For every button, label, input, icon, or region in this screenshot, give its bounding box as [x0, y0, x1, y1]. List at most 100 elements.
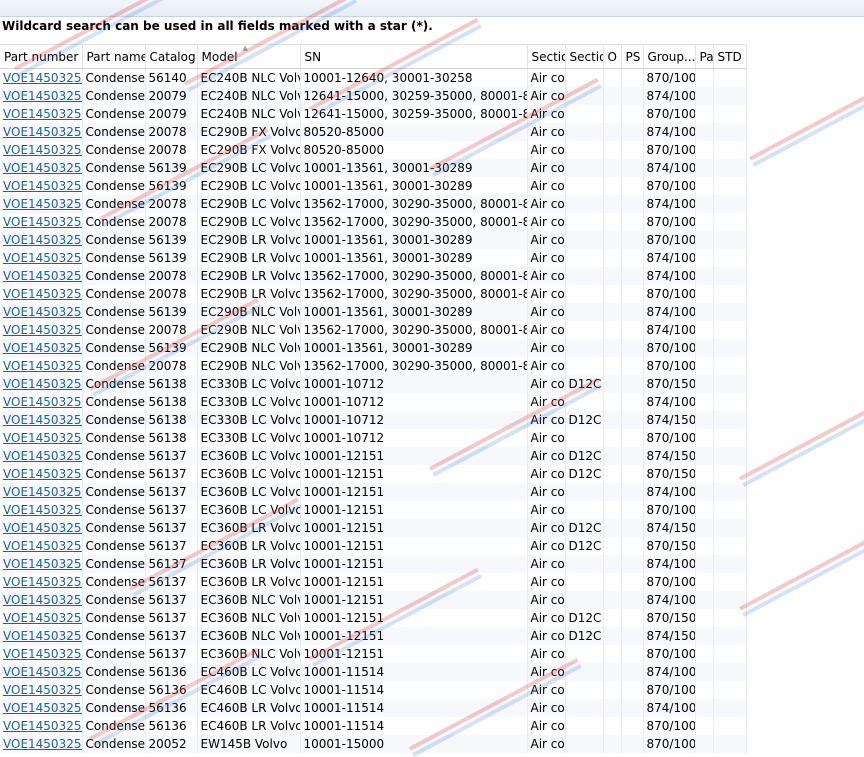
table-row[interactable]: VOE14503256 Condenser 56136 EC460B LR Volvo…	[0, 699, 747, 717]
table-row[interactable]: VOE14503256 Condenser 56139 EC290B LR Volvo…	[0, 249, 747, 267]
table-row[interactable]: VOE14503256 Condenser 20078 EC290B LR Volvo…	[0, 267, 747, 285]
cell-part-number[interactable]: VOE14503256	[0, 195, 83, 213]
cell-part-number[interactable]: VOE14503256	[0, 411, 83, 429]
cell-part-number[interactable]: VOE14503256	[0, 627, 83, 645]
table-row[interactable]: VOE14503256Condenser56140EC240B NLC Volv…	[0, 68, 747, 87]
cell-part-number[interactable]: VOE14503256	[0, 519, 83, 537]
cell-part-number[interactable]: VOE14503256	[0, 357, 83, 375]
table-row[interactable]: VOE14503256 Condenser 20052 EW145B Volvo 100…	[0, 735, 747, 753]
table-row[interactable]: VOE14503256Condenser20078EC290B NLC Volv…	[0, 321, 747, 339]
table-row[interactable]: VOE14503256 Condenser 56137 EC360B LC Volvo…	[0, 501, 747, 519]
cell-part-number[interactable]: VOE14503256	[0, 177, 83, 195]
table-row[interactable]: VOE14503256 Condenser 20078 EC290B LR Volvo…	[0, 285, 747, 303]
column-header-group[interactable]: Group...	[643, 44, 696, 69]
column-header-pa[interactable]: Pa	[695, 44, 714, 69]
table-row[interactable]: VOE14503256 Condenser 56136 EC460B LR Volvo…	[0, 717, 747, 735]
table-row[interactable]: VOE14503256 Condenser 56137 EC360B LC Volvo…	[0, 465, 747, 483]
table-row[interactable]: VOE14503256 Condenser 20078 EC290B LC Volvo…	[0, 195, 747, 213]
table-row[interactable]: VOE14503256 Condenser 20078 EC290B LC Volvo…	[0, 213, 747, 231]
table-row[interactable]: VOE14503256 Condenser 56136 EC460B LC Volvo…	[0, 681, 747, 699]
table-row[interactable]: VOE14503256 Condenser 20078 EC290B FX Volvo…	[0, 123, 747, 141]
column-header-model[interactable]: Model ▲	[197, 44, 301, 69]
cell-ps	[621, 555, 644, 573]
cell-section-1: Air co	[527, 159, 566, 177]
table-row[interactable]: VOE14503256Condenser56137EC360B NLC Volv…	[0, 591, 747, 609]
cell-group: 870/150	[643, 465, 696, 483]
cell-part-number[interactable]: VOE14503256	[0, 339, 83, 357]
cell-part-number[interactable]: VOE14503256	[0, 393, 83, 411]
cell-std	[713, 519, 747, 537]
table-row[interactable]: VOE14503256Condenser56137EC360B NLC Volv…	[0, 627, 747, 645]
table-row[interactable]: VOE14503256 Condenser 56138 EC330B LC Volvo…	[0, 429, 747, 447]
cell-part-number[interactable]: VOE14503256	[0, 87, 83, 105]
cell-part-number[interactable]: VOE14503256	[0, 249, 83, 267]
table-row[interactable]: VOE14503256 Condenser 56138 EC330B LC Volvo…	[0, 393, 747, 411]
table-row[interactable]: VOE14503256 Condenser 56137 EC360B LR Volvo…	[0, 555, 747, 573]
cell-part-number[interactable]: VOE14503256	[0, 573, 83, 591]
cell-part-number[interactable]: VOE14503256	[0, 105, 83, 123]
cell-part-number[interactable]: VOE14503256	[0, 285, 83, 303]
cell-part-number[interactable]: VOE14503256	[0, 645, 83, 663]
cell-part-number[interactable]: VOE14503256	[0, 231, 83, 249]
table-row[interactable]: VOE14503256 Condenser 56137 EC360B LR Volvo…	[0, 519, 747, 537]
cell-part-number[interactable]: VOE14503256	[0, 609, 83, 627]
table-row[interactable]: VOE14503256 Condenser 56137 EC360B LR Volvo…	[0, 537, 747, 555]
table-row[interactable]: VOE14503256 Condenser 56136 EC460B LC Volvo…	[0, 663, 747, 681]
cell-part-number[interactable]: VOE14503256	[0, 555, 83, 573]
table-row[interactable]: VOE14503256Condenser56139EC290B NLC Volv…	[0, 339, 747, 357]
cell-part-number[interactable]: VOE14503256	[0, 681, 83, 699]
cell-part-number[interactable]: VOE14503256	[0, 591, 83, 609]
results-grid[interactable]: Part number Part name Catalog Model ▲ SN Secti…	[0, 44, 864, 753]
cell-part-number[interactable]: VOE14503256	[0, 159, 83, 177]
column-header-section-2[interactable]: Sectio	[565, 44, 604, 69]
cell-part-number[interactable]: VOE14503256	[0, 321, 83, 339]
cell-part-number[interactable]: VOE14503256	[0, 699, 83, 717]
table-row[interactable]: VOE14503256Condenser56139EC290B NLC Volv…	[0, 303, 747, 321]
cell-part-number[interactable]: VOE14503256	[0, 267, 83, 285]
column-header-part-number[interactable]: Part number	[0, 44, 83, 69]
table-row[interactable]: VOE14503256 Condenser 56139 EC290B LC Volvo…	[0, 177, 747, 195]
column-header-ps[interactable]: PS	[621, 44, 644, 69]
cell-pa	[695, 321, 714, 339]
table-row[interactable]: VOE14503256 Condenser 56139 EC290B LC Volvo…	[0, 159, 747, 177]
table-row[interactable]: VOE14503256 Condenser 56138 EC330B LC Volvo…	[0, 375, 747, 393]
table-row[interactable]: VOE14503256 Condenser 56137 EC360B LR Volvo…	[0, 573, 747, 591]
cell-section-1: Air co	[527, 627, 566, 645]
cell-part-number[interactable]: VOE14503256	[0, 375, 83, 393]
cell-part-number[interactable]: VOE14503256	[0, 68, 83, 87]
cell-part-number[interactable]: VOE14503256	[0, 537, 83, 555]
cell-part-number[interactable]: VOE14503256	[0, 213, 83, 231]
cell-part-number[interactable]: VOE14503256	[0, 483, 83, 501]
cell-part-number[interactable]: VOE14503256	[0, 429, 83, 447]
cell-o	[603, 177, 622, 195]
table-row[interactable]: VOE14503256Condenser20079EC240B NLC Volv…	[0, 87, 747, 105]
cell-part-number[interactable]: VOE14503256	[0, 501, 83, 519]
table-row[interactable]: VOE14503256Condenser56137EC360B NLC Volv…	[0, 645, 747, 663]
column-header-o[interactable]: O	[603, 44, 622, 69]
cell-part-number[interactable]: VOE14503256	[0, 447, 83, 465]
cell-part-number[interactable]: VOE14503256	[0, 465, 83, 483]
column-header-std[interactable]: STD	[713, 44, 747, 69]
cell-part-number[interactable]: VOE14503256	[0, 663, 83, 681]
table-row[interactable]: VOE14503256 Condenser 56137 EC360B LC Volvo…	[0, 483, 747, 501]
cell-catalog: 56139	[145, 231, 198, 249]
table-row[interactable]: VOE14503256 Condenser 56137 EC360B LC Volvo…	[0, 447, 747, 465]
cell-sn: 13562-17000, 30290-35000, 80001-85000	[300, 285, 528, 303]
cell-part-number[interactable]: VOE14503256	[0, 303, 83, 321]
table-row[interactable]: VOE14503256Condenser56137EC360B NLC Volv…	[0, 609, 747, 627]
table-row[interactable]: VOE14503256Condenser20079EC240B NLC Volv…	[0, 105, 747, 123]
table-row[interactable]: VOE14503256 Condenser 56139 EC290B LR Volvo…	[0, 231, 747, 249]
column-header-catalog[interactable]: Catalog	[145, 44, 198, 69]
cell-catalog: 20078	[145, 213, 198, 231]
cell-part-number[interactable]: VOE14503256	[0, 717, 83, 735]
cell-part-number[interactable]: VOE14503256	[0, 123, 83, 141]
cell-part-number[interactable]: VOE14503256	[0, 735, 83, 753]
cell-part-number[interactable]: VOE14503256	[0, 141, 83, 159]
cell-o	[603, 105, 622, 123]
column-header-section-1[interactable]: Sectio	[527, 44, 566, 69]
table-row[interactable]: VOE14503256 Condenser 56138 EC330B LC Volvo…	[0, 411, 747, 429]
table-row[interactable]: VOE14503256Condenser20078EC290B NLC Volv…	[0, 357, 747, 375]
column-header-sn[interactable]: SN	[300, 44, 528, 69]
table-row[interactable]: VOE14503256 Condenser 20078 EC290B FX Volvo…	[0, 141, 747, 159]
column-header-part-name[interactable]: Part name	[82, 44, 146, 69]
